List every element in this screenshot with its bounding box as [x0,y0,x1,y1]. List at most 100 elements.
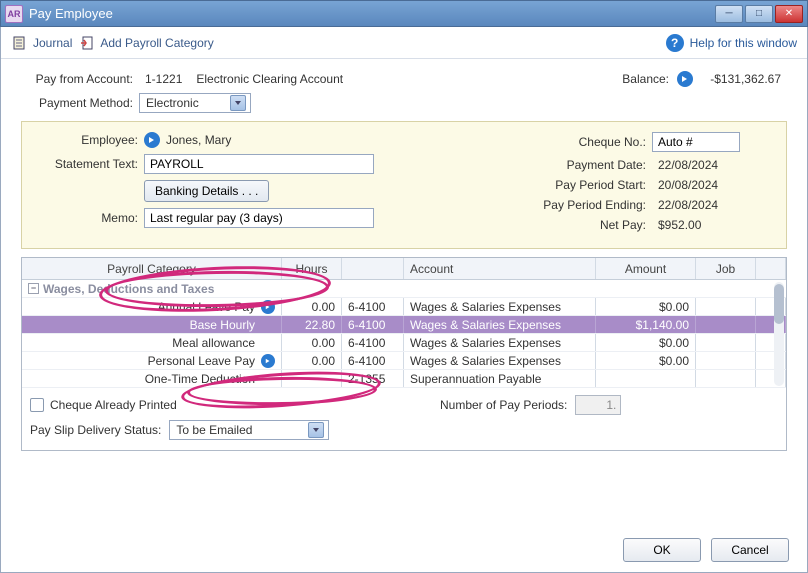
scrollbar[interactable] [774,282,784,386]
employee-info-box: Employee: Jones, Mary Statement Text: Ba… [21,121,787,249]
cell-account-code: 6-4100 [342,334,404,351]
journal-button[interactable]: Journal [11,34,72,52]
row-arrow-icon[interactable] [261,354,275,368]
cell-account-code: 6-4100 [342,352,404,369]
maximize-button[interactable]: □ [745,5,773,23]
num-periods-label: Number of Pay Periods: [440,398,567,412]
add-payroll-category-button[interactable]: Add Payroll Category [78,34,213,52]
table-row[interactable]: Personal Leave Pay0.006-4100Wages & Sala… [22,352,786,370]
table-row[interactable]: One-Time Deduction 2-1355Superannuation P… [22,370,786,388]
cell-amount: $0.00 [596,334,696,351]
cell-job [696,316,756,333]
period-end-value: 22/08/2024 [652,198,718,212]
cell-account-code: 2-1355 [342,370,404,387]
payment-date-label: Payment Date: [512,158,652,172]
net-pay-value: $952.00 [652,218,701,232]
account-code: 1-1221 [145,72,182,86]
th-hours[interactable]: Hours [282,258,342,279]
group-row[interactable]: − Wages, Deductions and Taxes [22,280,786,298]
memo-input[interactable] [144,208,374,228]
chevron-down-icon [308,422,324,438]
cell-hours: 0.00 [282,334,342,351]
cell-amount [596,370,696,387]
help-label: Help for this window [690,36,797,50]
period-start-label: Pay Period Start: [512,178,652,192]
table-body: − Wages, Deductions and Taxes Annual Lea… [22,280,786,388]
dialog-buttons: OK Cancel [623,538,789,562]
table-row[interactable]: Base Hourly22.806-4100Wages & Salaries E… [22,316,786,334]
cell-account-name: Wages & Salaries Expenses [404,316,596,333]
cell-amount: $0.00 [596,298,696,315]
minimize-button[interactable]: ─ [715,5,743,23]
th-job[interactable]: Job [696,258,756,279]
num-periods-group: Number of Pay Periods: [440,395,621,415]
cell-job [696,298,756,315]
window-body: Journal Add Payroll Category ? Help for … [0,27,808,573]
th-account[interactable]: Account [404,258,596,279]
period-start-value: 20/08/2024 [652,178,718,192]
employee-arrow-icon[interactable] [144,132,160,148]
payroll-list-box: Payroll Category Hours Account Amount Jo… [21,257,787,451]
group-label: Wages, Deductions and Taxes [43,282,214,296]
statement-text-input[interactable] [144,154,374,174]
cell-hours: 0.00 [282,298,342,315]
content: Pay from Account: 1-1221 Electronic Clea… [1,59,807,457]
payslip-label: Pay Slip Delivery Status: [30,423,161,437]
banking-details-button[interactable]: Banking Details . . . [144,180,269,202]
add-payroll-label: Add Payroll Category [100,36,213,50]
cell-category: Meal allowance [22,334,282,351]
th-amount[interactable]: Amount [596,258,696,279]
cell-job [696,334,756,351]
row-arrow-icon[interactable] [261,300,275,314]
payment-date-value: 22/08/2024 [652,158,718,172]
cheque-no-input[interactable] [652,132,740,152]
below-table: Cheque Already Printed Number of Pay Per… [22,388,786,450]
net-pay-label: Net Pay: [512,218,652,232]
employee-name: Jones, Mary [166,133,231,147]
cell-account-name: Wages & Salaries Expenses [404,298,596,315]
toolbar: Journal Add Payroll Category ? Help for … [1,27,807,59]
help-link[interactable]: ? Help for this window [666,34,797,52]
cell-hours [282,370,342,387]
payment-method-label: Payment Method: [21,96,139,110]
account-name: Electronic Clearing Account [196,72,343,86]
payment-method-row: Payment Method: Electronic [21,93,787,113]
memo-label: Memo: [36,211,144,225]
balance-arrow-icon[interactable] [677,71,693,87]
help-icon: ? [666,34,684,52]
cell-account-code: 6-4100 [342,316,404,333]
payslip-dropdown[interactable]: To be Emailed [169,420,329,440]
cheque-printed-checkbox[interactable] [30,398,44,412]
num-periods-input [575,395,621,415]
table-row[interactable]: Meal allowance0.006-4100Wages & Salaries… [22,334,786,352]
cell-category: Personal Leave Pay [22,352,282,369]
journal-label: Journal [33,36,72,50]
employee-label: Employee: [36,133,144,147]
ok-button[interactable]: OK [623,538,701,562]
close-button[interactable]: ✕ [775,5,803,23]
cell-account-name: Superannuation Payable [404,370,596,387]
cell-amount: $0.00 [596,352,696,369]
balance-area: Balance: -$131,362.67 [622,71,787,87]
cancel-button[interactable]: Cancel [711,538,789,562]
window-title: Pay Employee [29,6,715,21]
cell-hours: 0.00 [282,352,342,369]
collapse-icon[interactable]: − [28,283,39,294]
cell-category: One-Time Deduction [22,370,282,387]
pay-from-row: Pay from Account: 1-1221 Electronic Clea… [21,71,787,87]
journal-icon [11,34,29,52]
payslip-value: To be Emailed [176,423,252,437]
cell-hours: 22.80 [282,316,342,333]
cell-account-name: Wages & Salaries Expenses [404,334,596,351]
titlebar: AR Pay Employee ─ □ ✕ [0,0,808,27]
scrollbar-thumb[interactable] [774,284,784,324]
payment-method-dropdown[interactable]: Electronic [139,93,251,113]
table-row[interactable]: Annual Leave Pay0.006-4100Wages & Salari… [22,298,786,316]
window-buttons: ─ □ ✕ [715,5,803,23]
balance-value: -$131,362.67 [701,72,781,86]
cell-category: Annual Leave Pay [22,298,282,315]
th-category[interactable]: Payroll Category [22,258,282,279]
balance-label: Balance: [622,72,669,86]
cheque-no-label: Cheque No.: [512,135,652,149]
cell-job [696,352,756,369]
